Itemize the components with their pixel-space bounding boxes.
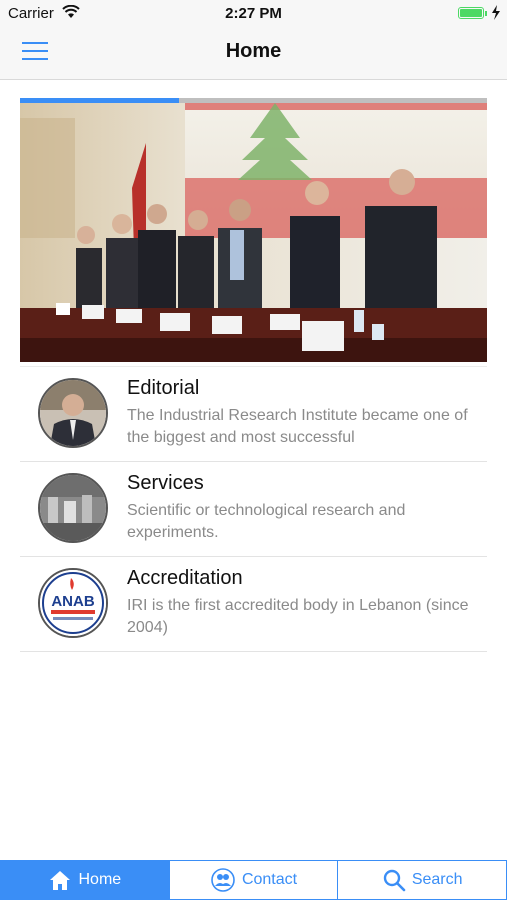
- tab-home-label: Home: [78, 871, 122, 888]
- search-icon: [383, 869, 406, 892]
- list-item-services[interactable]: Services Scientific or technological res…: [20, 462, 487, 557]
- tab-contact-label: Contact: [241, 871, 298, 888]
- image-loading-progress-fill: [20, 98, 179, 103]
- accreditation-title: Accreditation: [127, 567, 243, 589]
- image-loading-progress: [20, 98, 487, 103]
- editorial-thumbnail: [38, 378, 108, 448]
- section-list: Editorial The Industrial Research Instit…: [20, 366, 487, 652]
- editorial-description: The Industrial Research Institute became…: [127, 407, 468, 446]
- page-title: Home: [225, 40, 282, 62]
- accreditation-thumbnail: ANAB: [38, 568, 108, 638]
- charging-bolt-icon: [492, 5, 500, 20]
- tab-search[interactable]: Search: [338, 860, 507, 900]
- tab-search-label: Search: [411, 871, 463, 888]
- home-icon: [50, 871, 71, 890]
- services-thumbnail: [38, 473, 108, 543]
- accreditation-description: IRI is the first accredited body in Leba…: [127, 597, 469, 636]
- list-item-editorial[interactable]: Editorial The Industrial Research Instit…: [20, 366, 487, 462]
- editorial-title: Editorial: [127, 377, 200, 399]
- status-bar: Carrier 2:27 PM: [0, 0, 507, 28]
- services-title: Services: [127, 472, 204, 494]
- status-time: 2:27 PM: [225, 5, 282, 22]
- tab-contact[interactable]: Contact: [169, 860, 339, 900]
- battery-tip: [485, 11, 487, 16]
- anab-logo-text: ANAB: [51, 593, 94, 610]
- hero-photo[interactable]: [20, 98, 487, 362]
- contact-icon: [211, 868, 235, 892]
- list-item-accreditation[interactable]: ANAB Accreditation IRI is the first accr…: [20, 557, 487, 652]
- anab-logo: ANAB: [40, 570, 106, 636]
- tab-bar: Home Contact Search: [0, 860, 507, 900]
- navigation-bar: Home: [0, 28, 507, 80]
- hero-photo-illustration: [20, 98, 487, 362]
- battery-icon: [458, 7, 484, 19]
- services-description: Scientific or technological research and…: [127, 502, 406, 541]
- tab-home[interactable]: Home: [0, 860, 170, 900]
